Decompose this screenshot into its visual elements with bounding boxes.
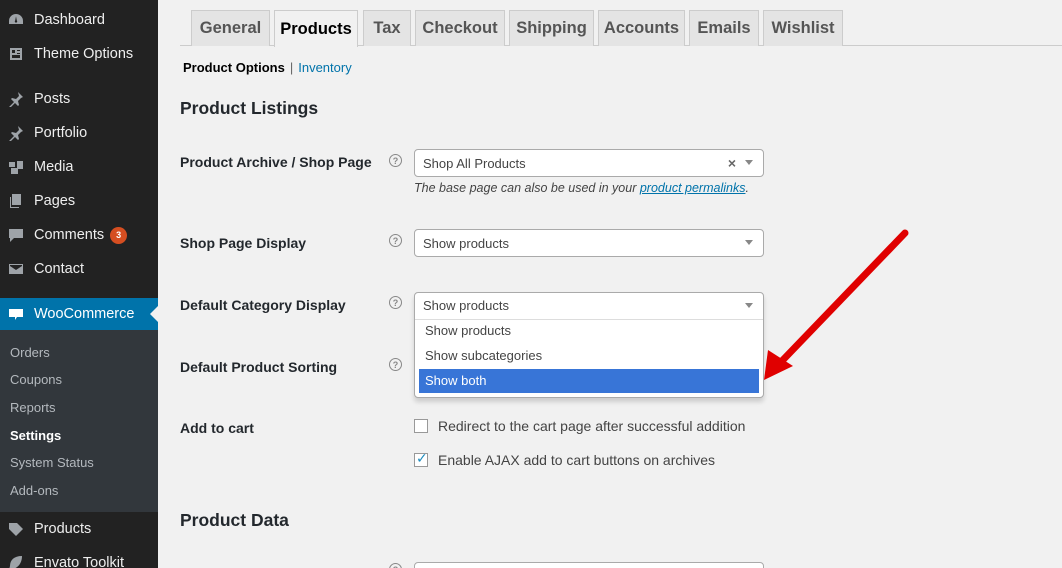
annotation-arrow (764, 229, 909, 380)
arrow-shaft (776, 229, 909, 367)
